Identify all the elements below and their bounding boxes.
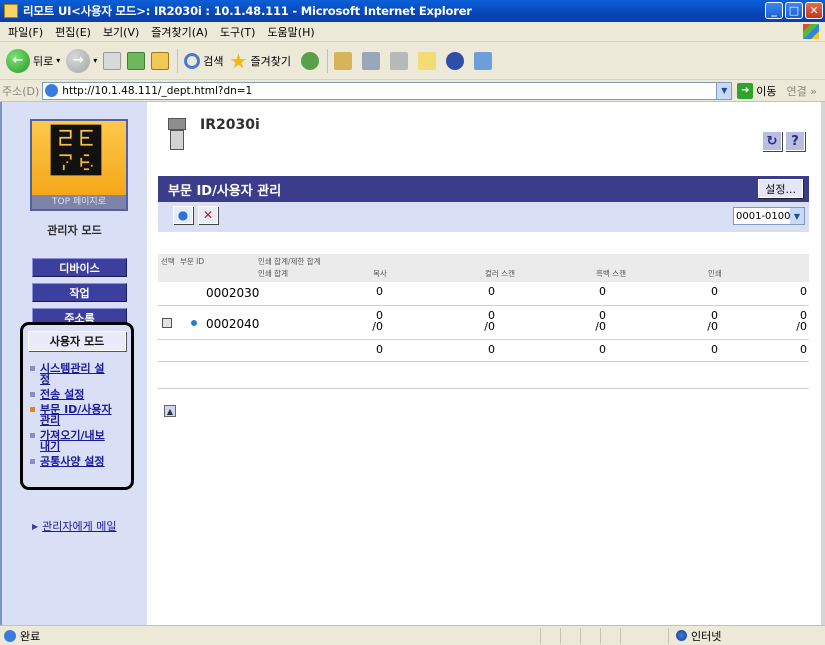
print-icon[interactable] — [361, 51, 380, 70]
globe-icon — [676, 630, 687, 641]
bullet-icon — [30, 366, 35, 371]
triangle-icon: ▶ — [32, 521, 39, 531]
page-content: ⹶ TOP 페이지로 관리자 모드 디바이스 작업 주소록 사용자 모드 시스템… — [0, 102, 825, 625]
register-new-icon[interactable]: ● — [173, 206, 193, 224]
range-select[interactable]: 0001-0100 ▼ — [733, 207, 805, 225]
divider — [158, 388, 809, 389]
link-common-settings[interactable]: 공통사양 설정 — [30, 456, 130, 467]
nav-device[interactable]: 디바이스 — [32, 258, 127, 277]
mail-admin-link[interactable]: ▶ 관리자에게 메일 — [32, 518, 117, 534]
row-checkbox[interactable] — [162, 318, 172, 328]
windows-logo-icon — [803, 24, 819, 39]
link-dept-id-management[interactable]: 부문 ID/사용자 관리 — [30, 404, 130, 426]
messenger-icon[interactable] — [473, 51, 492, 70]
link-transmission-settings[interactable]: 전송 설정 — [30, 389, 130, 400]
address-input[interactable]: http://10.1.48.111/_dept.html?dn=1 — [42, 81, 733, 100]
menu-edit[interactable]: 편집(E) — [55, 24, 91, 40]
section-title: 부문 ID/사용자 관리 — [168, 183, 282, 199]
bullet-active-icon — [30, 407, 35, 412]
link-system-settings[interactable]: 시스템관리 설정 — [30, 363, 130, 385]
back-arrow-icon: ← — [6, 48, 30, 73]
ie-app-icon — [4, 4, 18, 18]
edit-icon[interactable] — [389, 51, 408, 70]
page-done-icon — [4, 629, 16, 642]
maximize-button[interactable]: □ — [785, 2, 803, 19]
link-import-export[interactable]: 가져오기/내보 내기 — [30, 430, 130, 452]
section-header: 부문 ID/사용자 관리 설정... — [158, 176, 809, 202]
menu-help[interactable]: 도움말(H) — [267, 24, 314, 40]
star-icon: ★ — [229, 48, 248, 73]
window-title: 리모트 UI<사용자 모드>: IR2030i : 10.1.48.111 - … — [23, 4, 472, 18]
delete-icon[interactable]: ✕ — [198, 206, 218, 224]
main-pane: IR2030i ↻ ? 부문 ID/사용자 관리 설정... ● ✕ 0001-… — [147, 102, 823, 625]
bullet-icon — [30, 433, 35, 438]
go-arrow-icon: ➜ — [737, 82, 754, 99]
nav-jobs[interactable]: 작업 — [32, 283, 127, 302]
mail-icon[interactable] — [333, 51, 352, 70]
table-row: 0002040 0/0 0/0 0/0 0/0 0/0 — [158, 306, 809, 340]
refresh-icon[interactable] — [127, 51, 146, 70]
menu-favorites[interactable]: 즐겨찾기(A) — [151, 24, 208, 40]
page-icon — [45, 84, 59, 97]
address-label: 주소(D) — [2, 84, 40, 98]
toolbar: ← 뒤로 ▾ → ▾ 검색 ★ 즐겨찾기 — [0, 42, 825, 80]
menu-view[interactable]: 보기(V) — [103, 24, 139, 40]
menu-tools[interactable]: 도구(T) — [220, 24, 256, 40]
forward-arrow-icon: → — [66, 48, 91, 73]
history-icon[interactable] — [300, 51, 319, 70]
search-icon — [184, 52, 201, 69]
folder-icon[interactable] — [417, 51, 436, 70]
action-bar: ● ✕ 0001-0100 ▼ — [158, 202, 809, 232]
close-button[interactable]: ✕ — [805, 2, 823, 19]
search-button[interactable]: 검색 — [184, 52, 224, 69]
favorites-button[interactable]: ★ 즐겨찾기 — [230, 49, 291, 73]
table-header: 선택 부문 ID 인쇄 합계/제한 합계 인쇄 합계 복사 컬러 스캔 흑백 스… — [158, 254, 809, 282]
table-row-total: 0 0 0 0 0 — [158, 340, 809, 362]
back-button[interactable]: ← 뒤로 ▾ — [6, 48, 60, 73]
stop-icon[interactable] — [103, 51, 122, 70]
forward-button[interactable]: → ▾ — [66, 48, 97, 73]
bluetooth-icon[interactable] — [445, 51, 464, 70]
printer-icon — [168, 118, 186, 150]
title-bar: 리모트 UI<사용자 모드>: IR2030i : 10.1.48.111 - … — [0, 0, 825, 22]
bullet-icon — [191, 320, 197, 326]
top-page-logo[interactable]: ⹶ TOP 페이지로 — [30, 119, 128, 211]
bullet-icon — [30, 392, 35, 397]
table-row: 0002030 0 0 0 0 0 — [158, 282, 809, 306]
refresh-button[interactable]: ↻ — [762, 131, 782, 151]
scrollbar[interactable] — [821, 102, 825, 625]
address-bar: 주소(D) http://10.1.48.111/_dept.html?dn=1… — [0, 80, 825, 102]
user-mode-panel: 사용자 모드 시스템관리 설정 전송 설정 부문 ID/사용자 관리 가져오기/내… — [20, 322, 134, 490]
status-bar: 완료 인터넷 — [0, 625, 825, 645]
remote-ui-logo-icon: ⹶ — [48, 120, 104, 185]
chevron-down-icon: ▼ — [790, 208, 804, 224]
menu-file[interactable]: 파일(F) — [8, 24, 43, 40]
minimize-button[interactable]: _ — [765, 2, 783, 19]
device-name: IR2030i — [200, 117, 260, 133]
menu-bar: 파일(F) 편집(E) 보기(V) 즐겨찾기(A) 도구(T) 도움말(H) — [0, 22, 825, 42]
settings-button[interactable]: 설정... — [758, 179, 803, 198]
address-dropdown-icon[interactable]: ▼ — [716, 81, 733, 100]
home-icon[interactable] — [151, 51, 170, 70]
help-button[interactable]: ? — [785, 131, 805, 151]
security-zone: 인터넷 — [676, 628, 721, 644]
go-button[interactable]: ➜ 이동 — [737, 82, 777, 99]
scroll-top-icon[interactable]: ▲ — [164, 405, 176, 417]
bullet-icon — [30, 459, 35, 464]
admin-mode-label: 관리자 모드 — [47, 224, 102, 237]
sidebar: ⹶ TOP 페이지로 관리자 모드 디바이스 작업 주소록 사용자 모드 시스템… — [2, 102, 147, 625]
user-mode-button[interactable]: 사용자 모드 — [28, 331, 126, 351]
status-text: 완료 — [20, 629, 41, 643]
links-button[interactable]: 연결 » — [787, 83, 817, 99]
